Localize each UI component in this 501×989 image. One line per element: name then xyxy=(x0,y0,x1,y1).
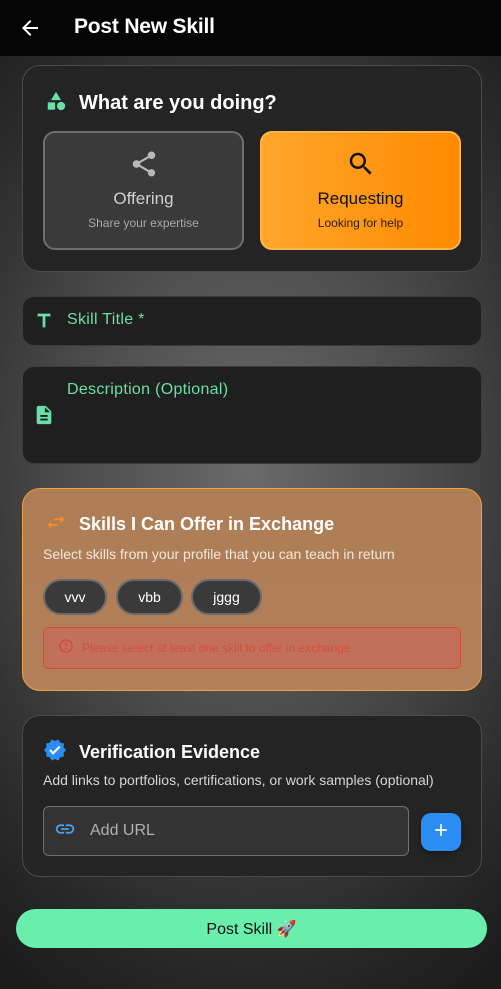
share-icon xyxy=(129,149,159,179)
app-bar: Post New Skill xyxy=(0,0,501,56)
requesting-label: Requesting xyxy=(317,189,404,208)
offering-label: Offering xyxy=(113,189,174,208)
text-format-icon xyxy=(33,310,55,337)
post-skill-button[interactable]: Post Skill 🚀 xyxy=(16,909,487,948)
skill-title-field[interactable]: Skill Title * xyxy=(22,296,482,346)
document-icon xyxy=(33,404,55,431)
search-icon xyxy=(346,149,376,179)
verification-card: Verification Evidence Add links to portf… xyxy=(22,715,482,877)
verification-subtitle: Add links to portfolios, certifications,… xyxy=(43,772,434,788)
link-icon xyxy=(54,818,76,845)
offering-subtitle: Share your expertise xyxy=(88,216,199,230)
description-label: Description (Optional) xyxy=(67,381,229,398)
offering-option[interactable]: Offering Share your expertise xyxy=(43,131,244,250)
exchange-subtitle: Select skills from your profile that you… xyxy=(43,546,395,562)
post-type-card: What are you doing? Offering Share your … xyxy=(22,65,482,272)
skill-chip[interactable]: jggg xyxy=(191,579,262,615)
swap-arrows-icon xyxy=(45,511,67,538)
exchange-heading: Skills I Can Offer in Exchange xyxy=(79,514,335,534)
exchange-error-text: Please select at least one skill to offe… xyxy=(82,641,351,655)
skill-title-label: Skill Title * xyxy=(67,311,145,328)
skill-chip[interactable]: vbb xyxy=(116,579,183,615)
exchange-skills-card: Skills I Can Offer in Exchange Select sk… xyxy=(22,488,482,691)
url-placeholder: Add URL xyxy=(90,822,155,839)
verification-header: Verification Evidence xyxy=(43,738,260,767)
plus-icon xyxy=(431,820,451,845)
requesting-option[interactable]: Requesting Looking for help xyxy=(260,131,461,250)
verification-heading: Verification Evidence xyxy=(79,742,261,762)
requesting-subtitle: Looking for help xyxy=(317,216,404,230)
verified-badge-icon xyxy=(43,738,67,767)
url-input[interactable]: Add URL xyxy=(43,806,409,856)
add-url-button[interactable] xyxy=(421,813,461,851)
post-type-header: What are you doing? xyxy=(45,90,277,117)
post-type-heading: What are you doing? xyxy=(79,92,277,114)
back-arrow-icon[interactable] xyxy=(18,16,42,40)
skill-chip[interactable]: vvv xyxy=(43,579,107,615)
exchange-error-banner: Please select at least one skill to offe… xyxy=(43,627,461,669)
page-title: Post New Skill xyxy=(74,15,215,38)
error-icon xyxy=(58,638,74,659)
category-icon xyxy=(45,90,67,117)
exchange-header: Skills I Can Offer in Exchange xyxy=(45,511,334,538)
description-field[interactable]: Description (Optional) xyxy=(22,366,482,464)
